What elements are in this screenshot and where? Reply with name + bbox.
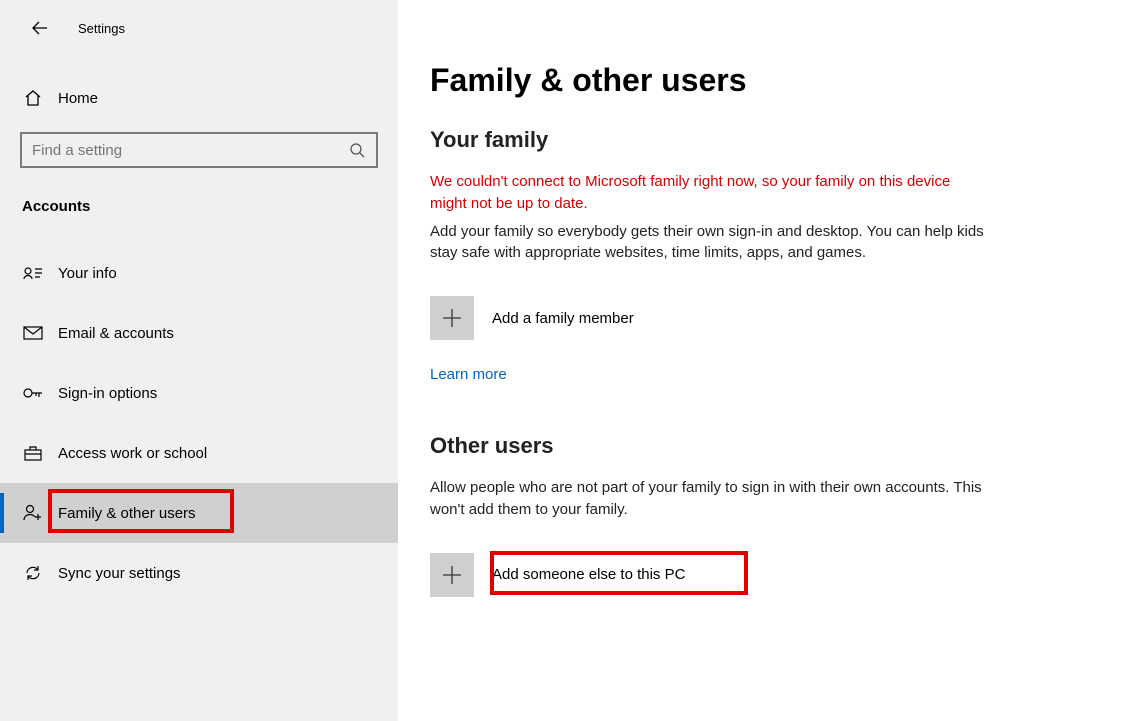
nav-list: Your info Email & accounts Sign-in optio… xyxy=(0,243,398,603)
add-family-member-label: Add a family member xyxy=(492,310,634,327)
main-content: Family & other users Your family We coul… xyxy=(398,0,1128,721)
settings-title: Settings xyxy=(78,21,125,36)
arrow-left-icon xyxy=(32,20,48,36)
sidebar-item-email-accounts[interactable]: Email & accounts xyxy=(0,303,398,363)
add-family-member-button[interactable]: Add a family member xyxy=(430,294,1088,342)
sidebar-item-family-other-users[interactable]: Family & other users xyxy=(0,483,398,543)
key-icon xyxy=(22,385,44,401)
sidebar-item-label: Sign-in options xyxy=(58,385,157,402)
plus-icon xyxy=(430,296,474,340)
sidebar-item-label: Family & other users xyxy=(58,505,196,522)
sidebar-item-label: Email & accounts xyxy=(58,325,174,342)
search-box[interactable] xyxy=(20,132,378,168)
home-label: Home xyxy=(58,90,98,107)
home-nav[interactable]: Home xyxy=(0,76,398,120)
sidebar-item-label: Your info xyxy=(58,265,117,282)
other-users-heading: Other users xyxy=(430,433,1088,459)
people-plus-icon xyxy=(22,504,44,522)
sidebar-item-label: Sync your settings xyxy=(58,565,181,582)
your-family-heading: Your family xyxy=(430,127,1088,153)
briefcase-icon xyxy=(22,445,44,461)
learn-more-link[interactable]: Learn more xyxy=(430,366,507,383)
user-card-icon xyxy=(22,265,44,281)
sync-icon xyxy=(22,564,44,582)
category-label: Accounts xyxy=(22,198,398,215)
mail-icon xyxy=(22,326,44,340)
search-input[interactable] xyxy=(32,142,348,159)
sidebar-header: Settings xyxy=(0,8,398,48)
page-title: Family & other users xyxy=(430,62,1088,99)
plus-icon xyxy=(430,553,474,597)
sidebar-item-access-work-school[interactable]: Access work or school xyxy=(0,423,398,483)
search-icon xyxy=(348,141,366,159)
family-error-text: We couldn't connect to Microsoft family … xyxy=(430,171,990,215)
family-body-text: Add your family so everybody gets their … xyxy=(430,221,990,265)
add-someone-else-label: Add someone else to this PC xyxy=(492,566,685,583)
other-users-body-text: Allow people who are not part of your fa… xyxy=(430,477,990,521)
sidebar-item-label: Access work or school xyxy=(58,445,207,462)
back-button[interactable] xyxy=(24,12,56,44)
sidebar-item-signin-options[interactable]: Sign-in options xyxy=(0,363,398,423)
sidebar: Settings Home Accounts xyxy=(0,0,398,721)
sidebar-item-sync-settings[interactable]: Sync your settings xyxy=(0,543,398,603)
sidebar-item-your-info[interactable]: Your info xyxy=(0,243,398,303)
home-icon xyxy=(22,89,44,107)
add-someone-else-button[interactable]: Add someone else to this PC xyxy=(430,551,1088,599)
